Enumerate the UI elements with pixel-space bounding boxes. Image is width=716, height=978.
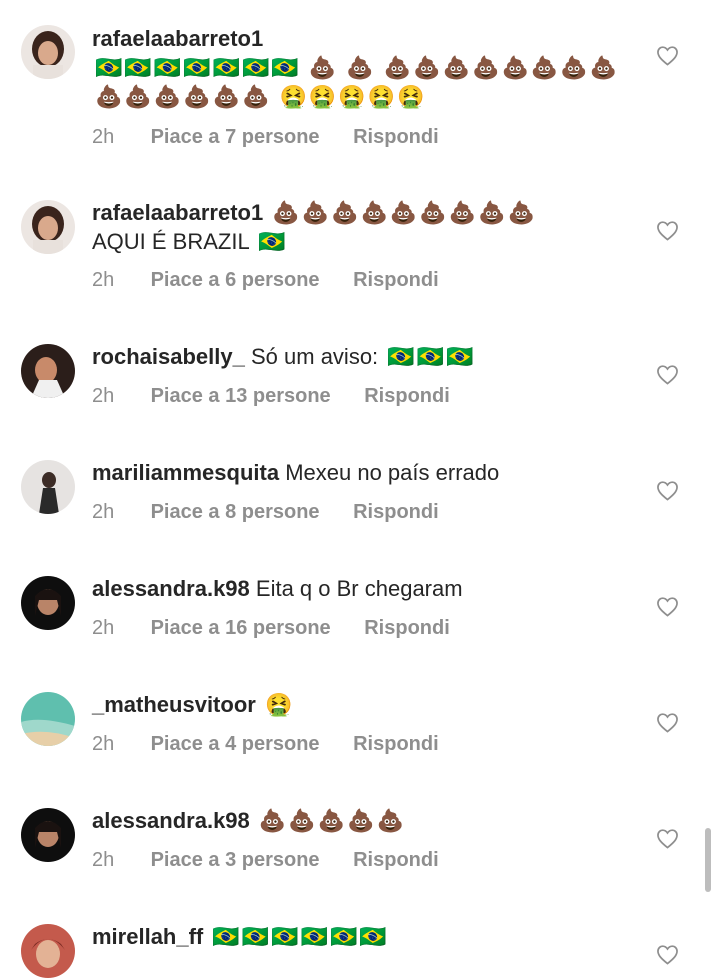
avatar[interactable] bbox=[21, 25, 75, 79]
comment-time: 2h bbox=[92, 385, 115, 407]
comment-time: 2h bbox=[92, 733, 115, 755]
heart-icon[interactable] bbox=[656, 712, 679, 733]
comment-body: rochaisabelly_ Só um aviso: 🇧🇷🇧🇷🇧🇷 bbox=[92, 342, 622, 371]
comment-time: 2h bbox=[92, 617, 115, 639]
comment-meta: 2h Piace a 3 persone Rispondi bbox=[92, 849, 439, 872]
heart-icon[interactable] bbox=[656, 364, 679, 385]
comment-username[interactable]: rafaelaabarreto1 bbox=[92, 200, 263, 225]
avatar[interactable] bbox=[21, 344, 75, 398]
comment-body: _matheusvitoor 🤮 bbox=[92, 690, 622, 719]
comment-body: mirellah_ff 🇧🇷🇧🇷🇧🇷🇧🇷🇧🇷🇧🇷 bbox=[92, 922, 622, 951]
comment-body: alessandra.k98 Eita q o Br chegaram bbox=[92, 574, 622, 603]
avatar[interactable] bbox=[21, 808, 75, 862]
heart-icon[interactable] bbox=[656, 944, 679, 965]
comment-emoji: 🇧🇷 bbox=[258, 229, 288, 254]
likes-count[interactable]: Piace a 16 persone bbox=[151, 617, 331, 640]
comment-username[interactable]: mariliammesquita bbox=[92, 460, 279, 485]
avatar[interactable] bbox=[21, 576, 75, 630]
reply-button[interactable]: Rispondi bbox=[364, 385, 450, 408]
comment-message: AQUI É BRAZIL bbox=[92, 229, 249, 254]
comment-emoji: 🇧🇷🇧🇷🇧🇷🇧🇷🇧🇷🇧🇷 bbox=[212, 924, 389, 949]
likes-count[interactable]: Piace a 6 persone bbox=[151, 269, 320, 292]
comment-text: Eita q o Br chegaram bbox=[255, 576, 463, 601]
comment-meta: 2h Piace a 6 persone Rispondi bbox=[92, 269, 439, 292]
likes-count[interactable]: Piace a 3 persone bbox=[151, 849, 320, 872]
heart-icon[interactable] bbox=[656, 45, 679, 66]
comment-time: 2h bbox=[92, 126, 115, 148]
comment-emoji: 🇧🇷🇧🇷🇧🇷 bbox=[387, 344, 476, 369]
avatar[interactable] bbox=[21, 692, 75, 746]
comment-meta: 2h Piace a 8 persone Rispondi bbox=[92, 501, 439, 524]
comment-text: Mexeu no país errado bbox=[285, 460, 500, 485]
comment-username[interactable]: alessandra.k98 bbox=[92, 808, 250, 833]
comment-body: mariliammesquita Mexeu no país errado bbox=[92, 458, 622, 487]
comment-time: 2h bbox=[92, 269, 115, 291]
heart-icon[interactable] bbox=[656, 480, 679, 501]
comment-meta: 2h Piace a 4 persone Rispondi bbox=[92, 733, 439, 756]
comment-body: alessandra.k98 💩💩💩💩💩 bbox=[92, 806, 622, 835]
comment-emoji: 🇧🇷🇧🇷🇧🇷🇧🇷🇧🇷🇧🇷🇧🇷 💩 💩 💩💩💩💩💩💩💩💩💩💩💩💩💩💩 🤮🤮🤮🤮🤮 bbox=[95, 55, 620, 109]
comment-meta: 2h Piace a 13 persone Rispondi bbox=[92, 385, 450, 408]
comment-text: AQUI É BRAZIL 🇧🇷 bbox=[92, 227, 622, 256]
comment-emoji: 💩💩💩💩💩 bbox=[258, 808, 406, 833]
comment-time: 2h bbox=[92, 849, 115, 871]
reply-button[interactable]: Rispondi bbox=[353, 269, 439, 292]
comment-meta: 2h Piace a 16 persone Rispondi bbox=[92, 617, 450, 640]
likes-count[interactable]: Piace a 13 persone bbox=[151, 385, 331, 408]
reply-button[interactable]: Rispondi bbox=[364, 617, 450, 640]
comment-username[interactable]: _matheusvitoor bbox=[92, 692, 256, 717]
comment-time: 2h bbox=[92, 501, 115, 523]
comment-body: rafaelaabarreto1 🇧🇷🇧🇷🇧🇷🇧🇷🇧🇷🇧🇷🇧🇷 💩 💩 💩💩💩💩… bbox=[92, 24, 622, 111]
heart-icon[interactable] bbox=[656, 220, 679, 241]
heart-icon[interactable] bbox=[656, 596, 679, 617]
likes-count[interactable]: Piace a 4 persone bbox=[151, 733, 320, 756]
comment-emoji-prefix: 💩💩💩💩💩💩💩💩💩 bbox=[272, 200, 537, 225]
reply-button[interactable]: Rispondi bbox=[353, 501, 439, 524]
comment-body: rafaelaabarreto1 💩💩💩💩💩💩💩💩💩 AQUI É BRAZIL… bbox=[92, 198, 622, 256]
heart-icon[interactable] bbox=[656, 828, 679, 849]
avatar[interactable] bbox=[21, 460, 75, 514]
scrollbar[interactable] bbox=[705, 828, 711, 892]
reply-button[interactable]: Rispondi bbox=[353, 849, 439, 872]
avatar[interactable] bbox=[21, 200, 75, 254]
comment-meta: 2h Piace a 7 persone Rispondi bbox=[92, 126, 439, 149]
comment-username[interactable]: rochaisabelly_ bbox=[92, 344, 245, 369]
comment-text: Só um aviso: bbox=[251, 344, 379, 369]
comment-username[interactable]: alessandra.k98 bbox=[92, 576, 250, 601]
likes-count[interactable]: Piace a 7 persone bbox=[151, 126, 320, 149]
reply-button[interactable]: Rispondi bbox=[353, 733, 439, 756]
comment-username[interactable]: mirellah_ff bbox=[92, 924, 203, 949]
comment-emoji: 🤮 bbox=[264, 692, 295, 717]
avatar[interactable] bbox=[21, 924, 75, 978]
likes-count[interactable]: Piace a 8 persone bbox=[151, 501, 320, 524]
comment-username[interactable]: rafaelaabarreto1 bbox=[92, 26, 263, 51]
reply-button[interactable]: Rispondi bbox=[353, 126, 439, 149]
